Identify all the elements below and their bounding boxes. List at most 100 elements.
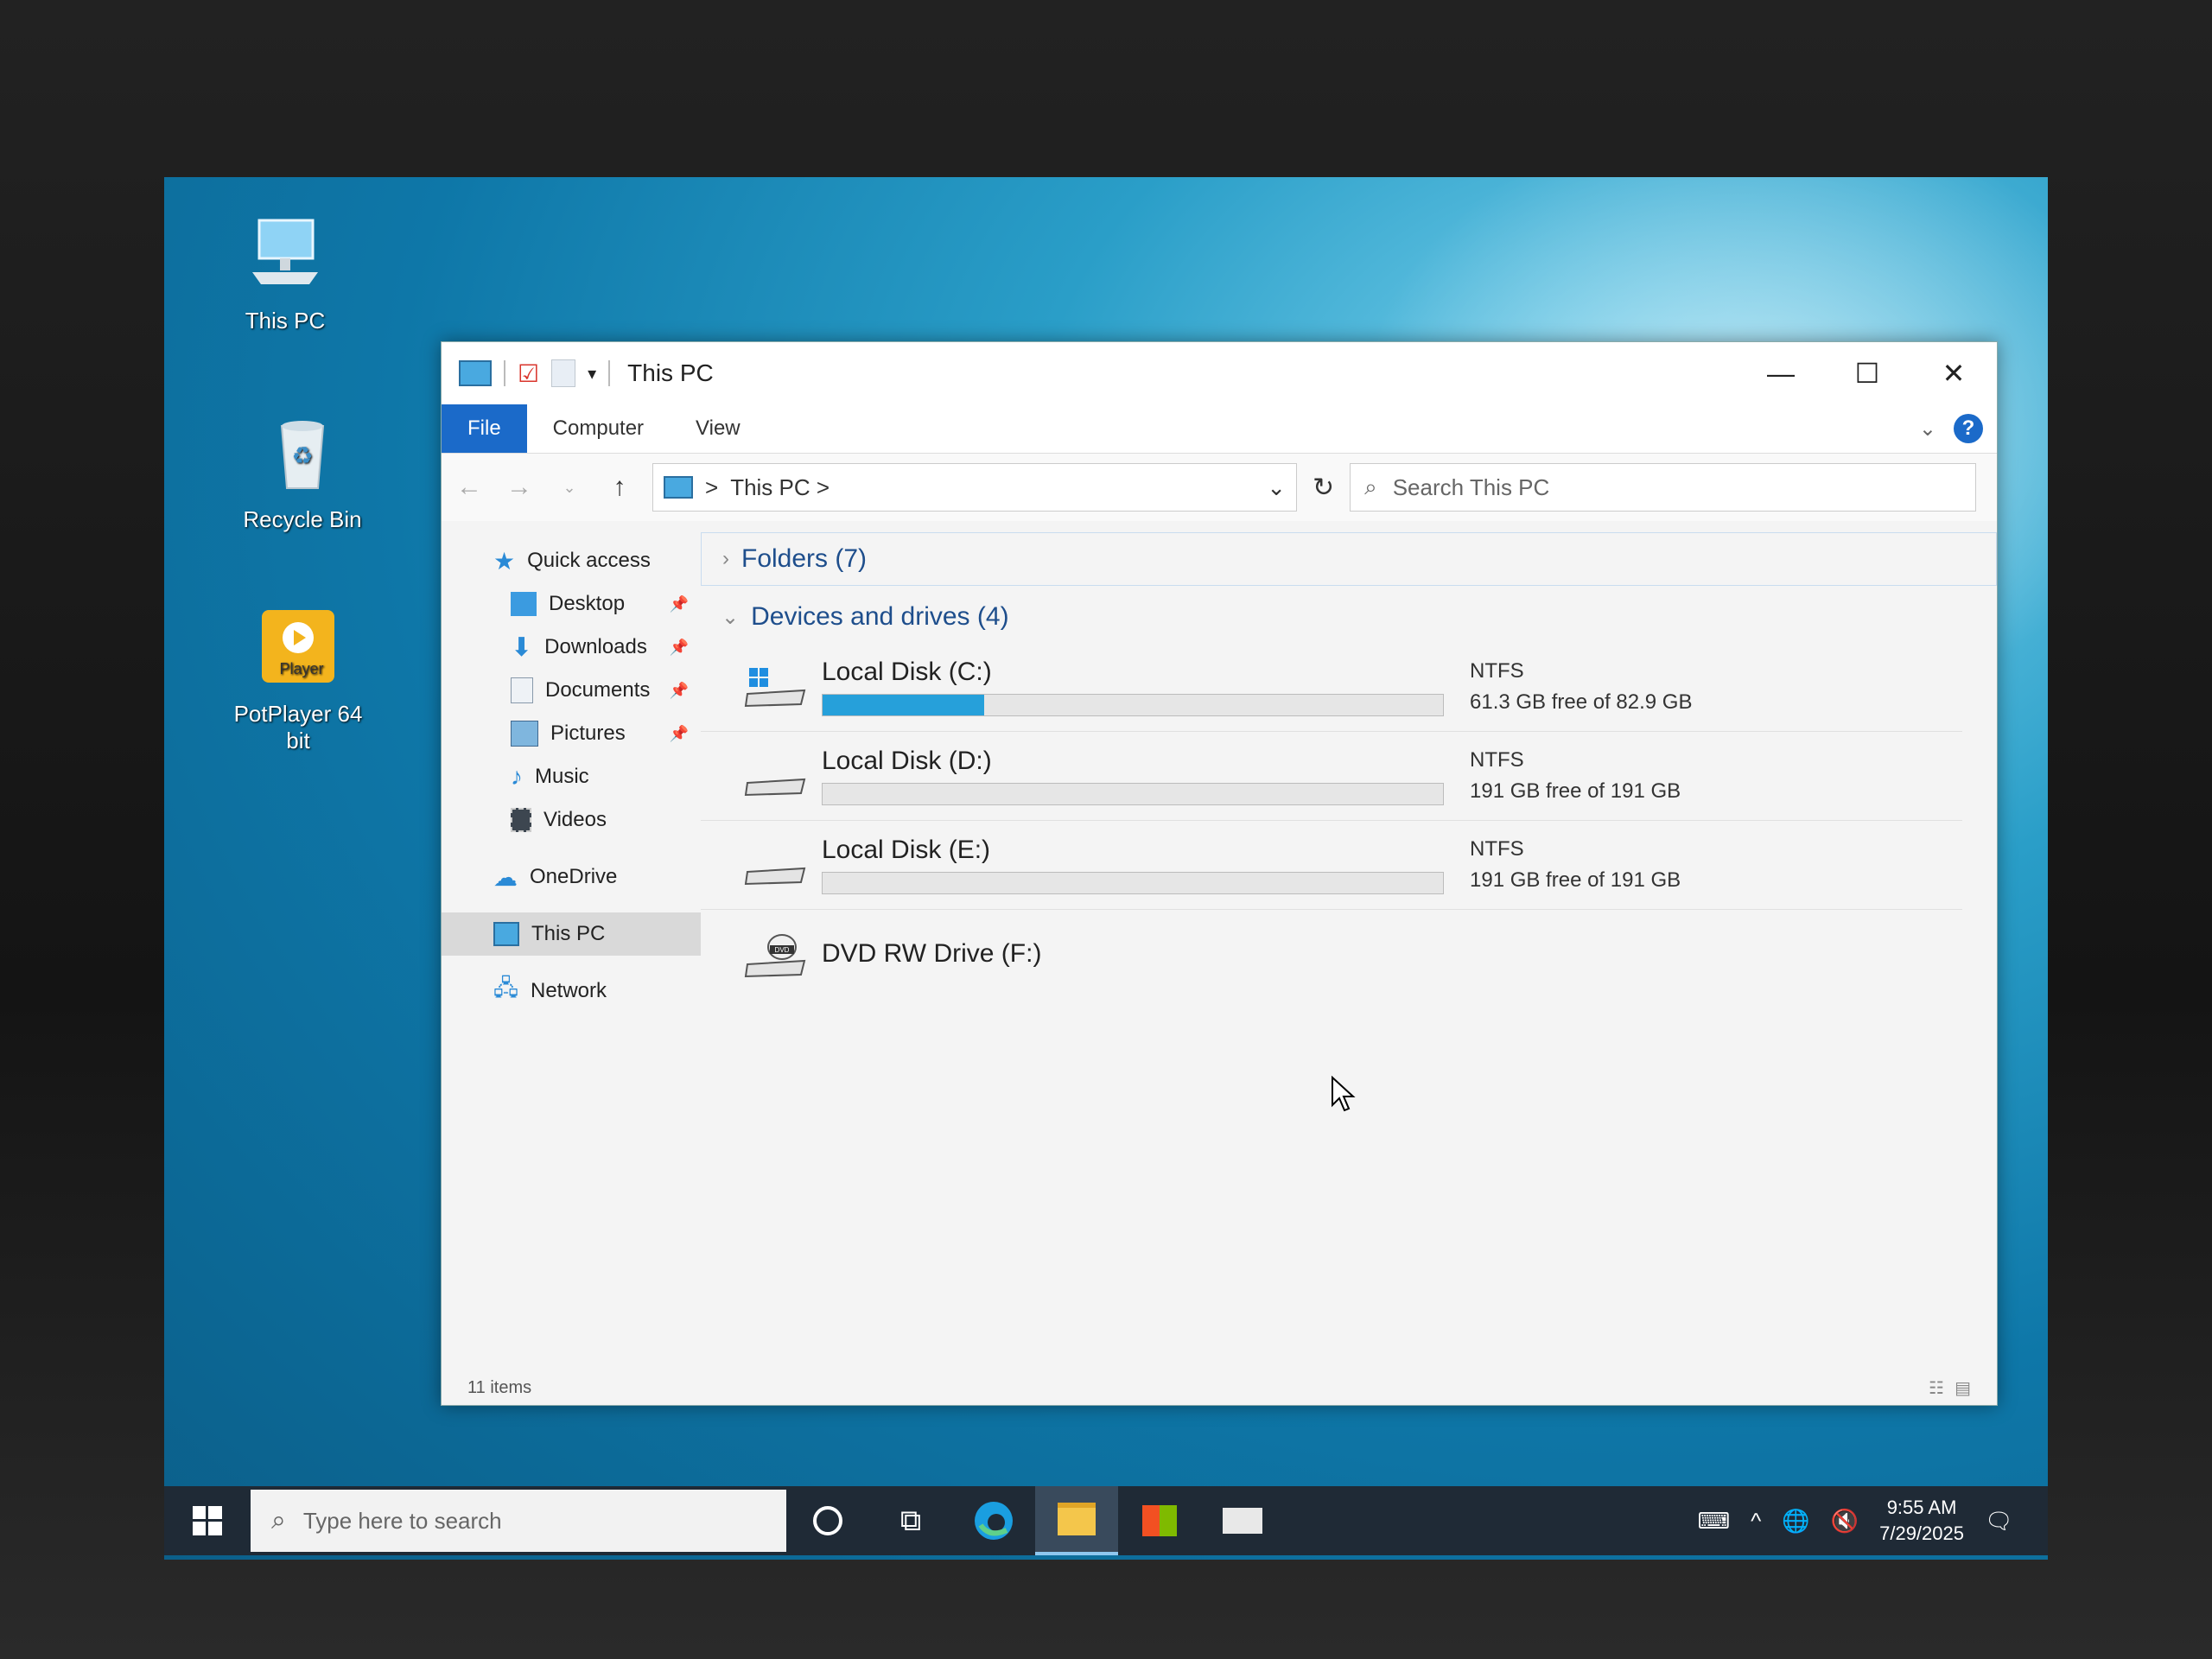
music-note-icon: ♪ [511, 763, 523, 790]
edge-button[interactable] [952, 1486, 1035, 1555]
nav-documents[interactable]: Documents 📌 [442, 669, 701, 712]
nav-onedrive[interactable]: ☁ OneDrive [442, 855, 701, 899]
cortana-button[interactable] [786, 1486, 869, 1555]
expand-ribbon-icon[interactable]: ⌄ [1919, 416, 1936, 442]
system-drive-icon [744, 668, 806, 708]
drive-e[interactable]: Local Disk (E:) NTFS 191 GB free of 191 … [701, 821, 1962, 910]
recycle-bin-icon: ♻ [280, 421, 325, 489]
nav-quick-access[interactable]: ★ Quick access [442, 539, 701, 582]
status-bar: 11 items ☷ ▤ [442, 1370, 1997, 1405]
file-explorer-window: ☑ ▾ This PC — ☐ ✕ File Computer View ⌄ ?… [441, 341, 1998, 1406]
nav-videos[interactable]: Videos [442, 798, 701, 842]
details-view-icon[interactable]: ☷ [1929, 1377, 1944, 1399]
drive-d[interactable]: Local Disk (D:) NTFS 191 GB free of 191 … [701, 732, 1962, 821]
this-pc-address-icon [664, 476, 693, 499]
desktop-icon-recycle-bin[interactable]: ♻ Recycle Bin [233, 410, 372, 533]
large-icons-view-icon[interactable]: ▤ [1955, 1377, 1971, 1399]
refresh-button[interactable]: ↻ [1313, 473, 1334, 503]
desktop-icon-label: This PC [245, 308, 326, 334]
dvd-badge-text: DVD [775, 946, 790, 954]
breadcrumb[interactable]: This PC > [730, 474, 1255, 501]
nav-this-pc[interactable]: This PC [442, 912, 701, 956]
potplayer-icon: Player [262, 610, 334, 683]
breadcrumb-separator: > [816, 474, 830, 500]
hard-drive-icon [744, 867, 806, 886]
file-explorer-button[interactable] [1035, 1486, 1118, 1555]
tab-computer[interactable]: Computer [527, 404, 670, 453]
desktop: This PC ♻ Recycle Bin Player PotPlayer 6… [164, 177, 2048, 1560]
help-icon[interactable]: ? [1954, 414, 1983, 443]
tab-view[interactable]: View [670, 404, 766, 453]
document-icon [511, 677, 533, 703]
forward-button[interactable]: → [502, 473, 537, 502]
nav-downloads[interactable]: ⬇ Downloads 📌 [442, 626, 701, 669]
address-dropdown-icon[interactable]: ⌄ [1267, 474, 1286, 501]
store-button[interactable] [1118, 1486, 1201, 1555]
chevron-right-icon: › [722, 547, 729, 570]
mail-button[interactable] [1201, 1486, 1284, 1555]
desktop-icon-label: Recycle Bin [243, 506, 362, 532]
drive-usage-bar [822, 694, 1444, 716]
drive-name: Local Disk (E:) [822, 836, 991, 864]
chevron-down-icon: ⌄ [721, 605, 740, 629]
nav-pictures[interactable]: Pictures 📌 [442, 712, 701, 755]
task-view-button[interactable]: ⧉ [869, 1486, 952, 1555]
drive-f[interactable]: DVD DVD RW Drive (F:) [701, 910, 1962, 998]
tab-file[interactable]: File [442, 404, 527, 453]
keyboard-icon[interactable]: ⌨ [1698, 1508, 1731, 1535]
drive-free-space: 191 GB free of 191 GB [1470, 779, 1681, 803]
nav-label: OneDrive [530, 865, 618, 888]
taskbar-search-box[interactable]: ⌕ Type here to search [251, 1490, 786, 1552]
drive-name: DVD RW Drive (F:) [822, 939, 1042, 968]
desktop-icon-potplayer[interactable]: Player PotPlayer 64 bit [229, 605, 367, 754]
notifications-icon[interactable]: 🗨 [1985, 1508, 2013, 1535]
task-view-icon: ⧉ [899, 1503, 922, 1537]
minimize-button[interactable]: — [1738, 342, 1824, 404]
maximize-button[interactable]: ☐ [1824, 342, 1910, 404]
drive-c[interactable]: Local Disk (C:) NTFS 61.3 GB free of 82.… [701, 643, 1962, 732]
computer-icon [252, 219, 318, 284]
clock-date: 7/29/2025 [1879, 1522, 1964, 1544]
close-button[interactable]: ✕ [1910, 342, 1997, 404]
up-button[interactable]: ↑ [602, 473, 637, 502]
search-box[interactable]: ⌕ Search This PC [1350, 463, 1976, 512]
nav-network[interactable]: 🖧 Network [442, 969, 701, 1013]
start-button[interactable] [164, 1486, 251, 1555]
drive-free-space: 61.3 GB free of 82.9 GB [1470, 690, 1693, 714]
nav-label: Documents [545, 678, 651, 702]
desktop-icon-this-pc[interactable]: This PC [216, 212, 354, 334]
nav-music[interactable]: ♪ Music [442, 755, 701, 798]
group-folders[interactable]: › Folders (7) [701, 532, 1997, 586]
properties-icon[interactable]: ☑ [518, 359, 539, 388]
folder-icon [1058, 1503, 1096, 1535]
recent-locations-icon[interactable]: ⌄ [552, 479, 587, 497]
title-bar[interactable]: ☑ ▾ This PC — ☐ ✕ [442, 342, 1997, 404]
new-folder-icon[interactable] [551, 359, 576, 387]
group-devices-and-drives[interactable]: ⌄ Devices and drives (4) [701, 591, 1997, 643]
customize-toolbar-icon[interactable]: ▾ [588, 363, 596, 385]
nav-label: This PC [531, 922, 606, 945]
mail-envelope-icon [1223, 1508, 1262, 1534]
content-pane: › Folders (7) ⌄ Devices and drives (4) L… [701, 522, 1997, 1370]
windows-logo-icon [193, 1506, 222, 1535]
desktop-folder-icon [511, 592, 537, 616]
clock[interactable]: 9:55 AM 7/29/2025 [1879, 1495, 1964, 1547]
address-bar[interactable]: > This PC > ⌄ [652, 463, 1297, 512]
nav-desktop[interactable]: Desktop 📌 [442, 582, 701, 626]
navigation-pane: ★ Quick access Desktop 📌 ⬇ Downloads 📌 D… [442, 522, 701, 1370]
volume-muted-icon[interactable]: 🔇 [1831, 1508, 1859, 1535]
navigation-bar: ← → ⌄ ↑ > This PC > ⌄ ↻ ⌕ Search This PC [442, 454, 1997, 521]
group-label: Devices and drives (4) [751, 602, 1009, 631]
computer-icon [493, 922, 519, 946]
star-icon: ★ [493, 547, 516, 575]
back-button[interactable]: ← [452, 473, 486, 502]
globe-network-icon[interactable]: 🌐 [1782, 1508, 1809, 1535]
nav-label: Desktop [549, 592, 626, 615]
search-placeholder: Search This PC [1392, 474, 1550, 500]
taskbar-search-placeholder: Type here to search [302, 1507, 502, 1534]
pin-icon: 📌 [669, 681, 689, 699]
download-arrow-icon: ⬇ [511, 632, 533, 662]
breadcrumb-this-pc[interactable]: This PC [730, 474, 810, 500]
drive-usage-bar [822, 783, 1444, 805]
show-hidden-icons-icon[interactable]: ^ [1751, 1508, 1761, 1535]
